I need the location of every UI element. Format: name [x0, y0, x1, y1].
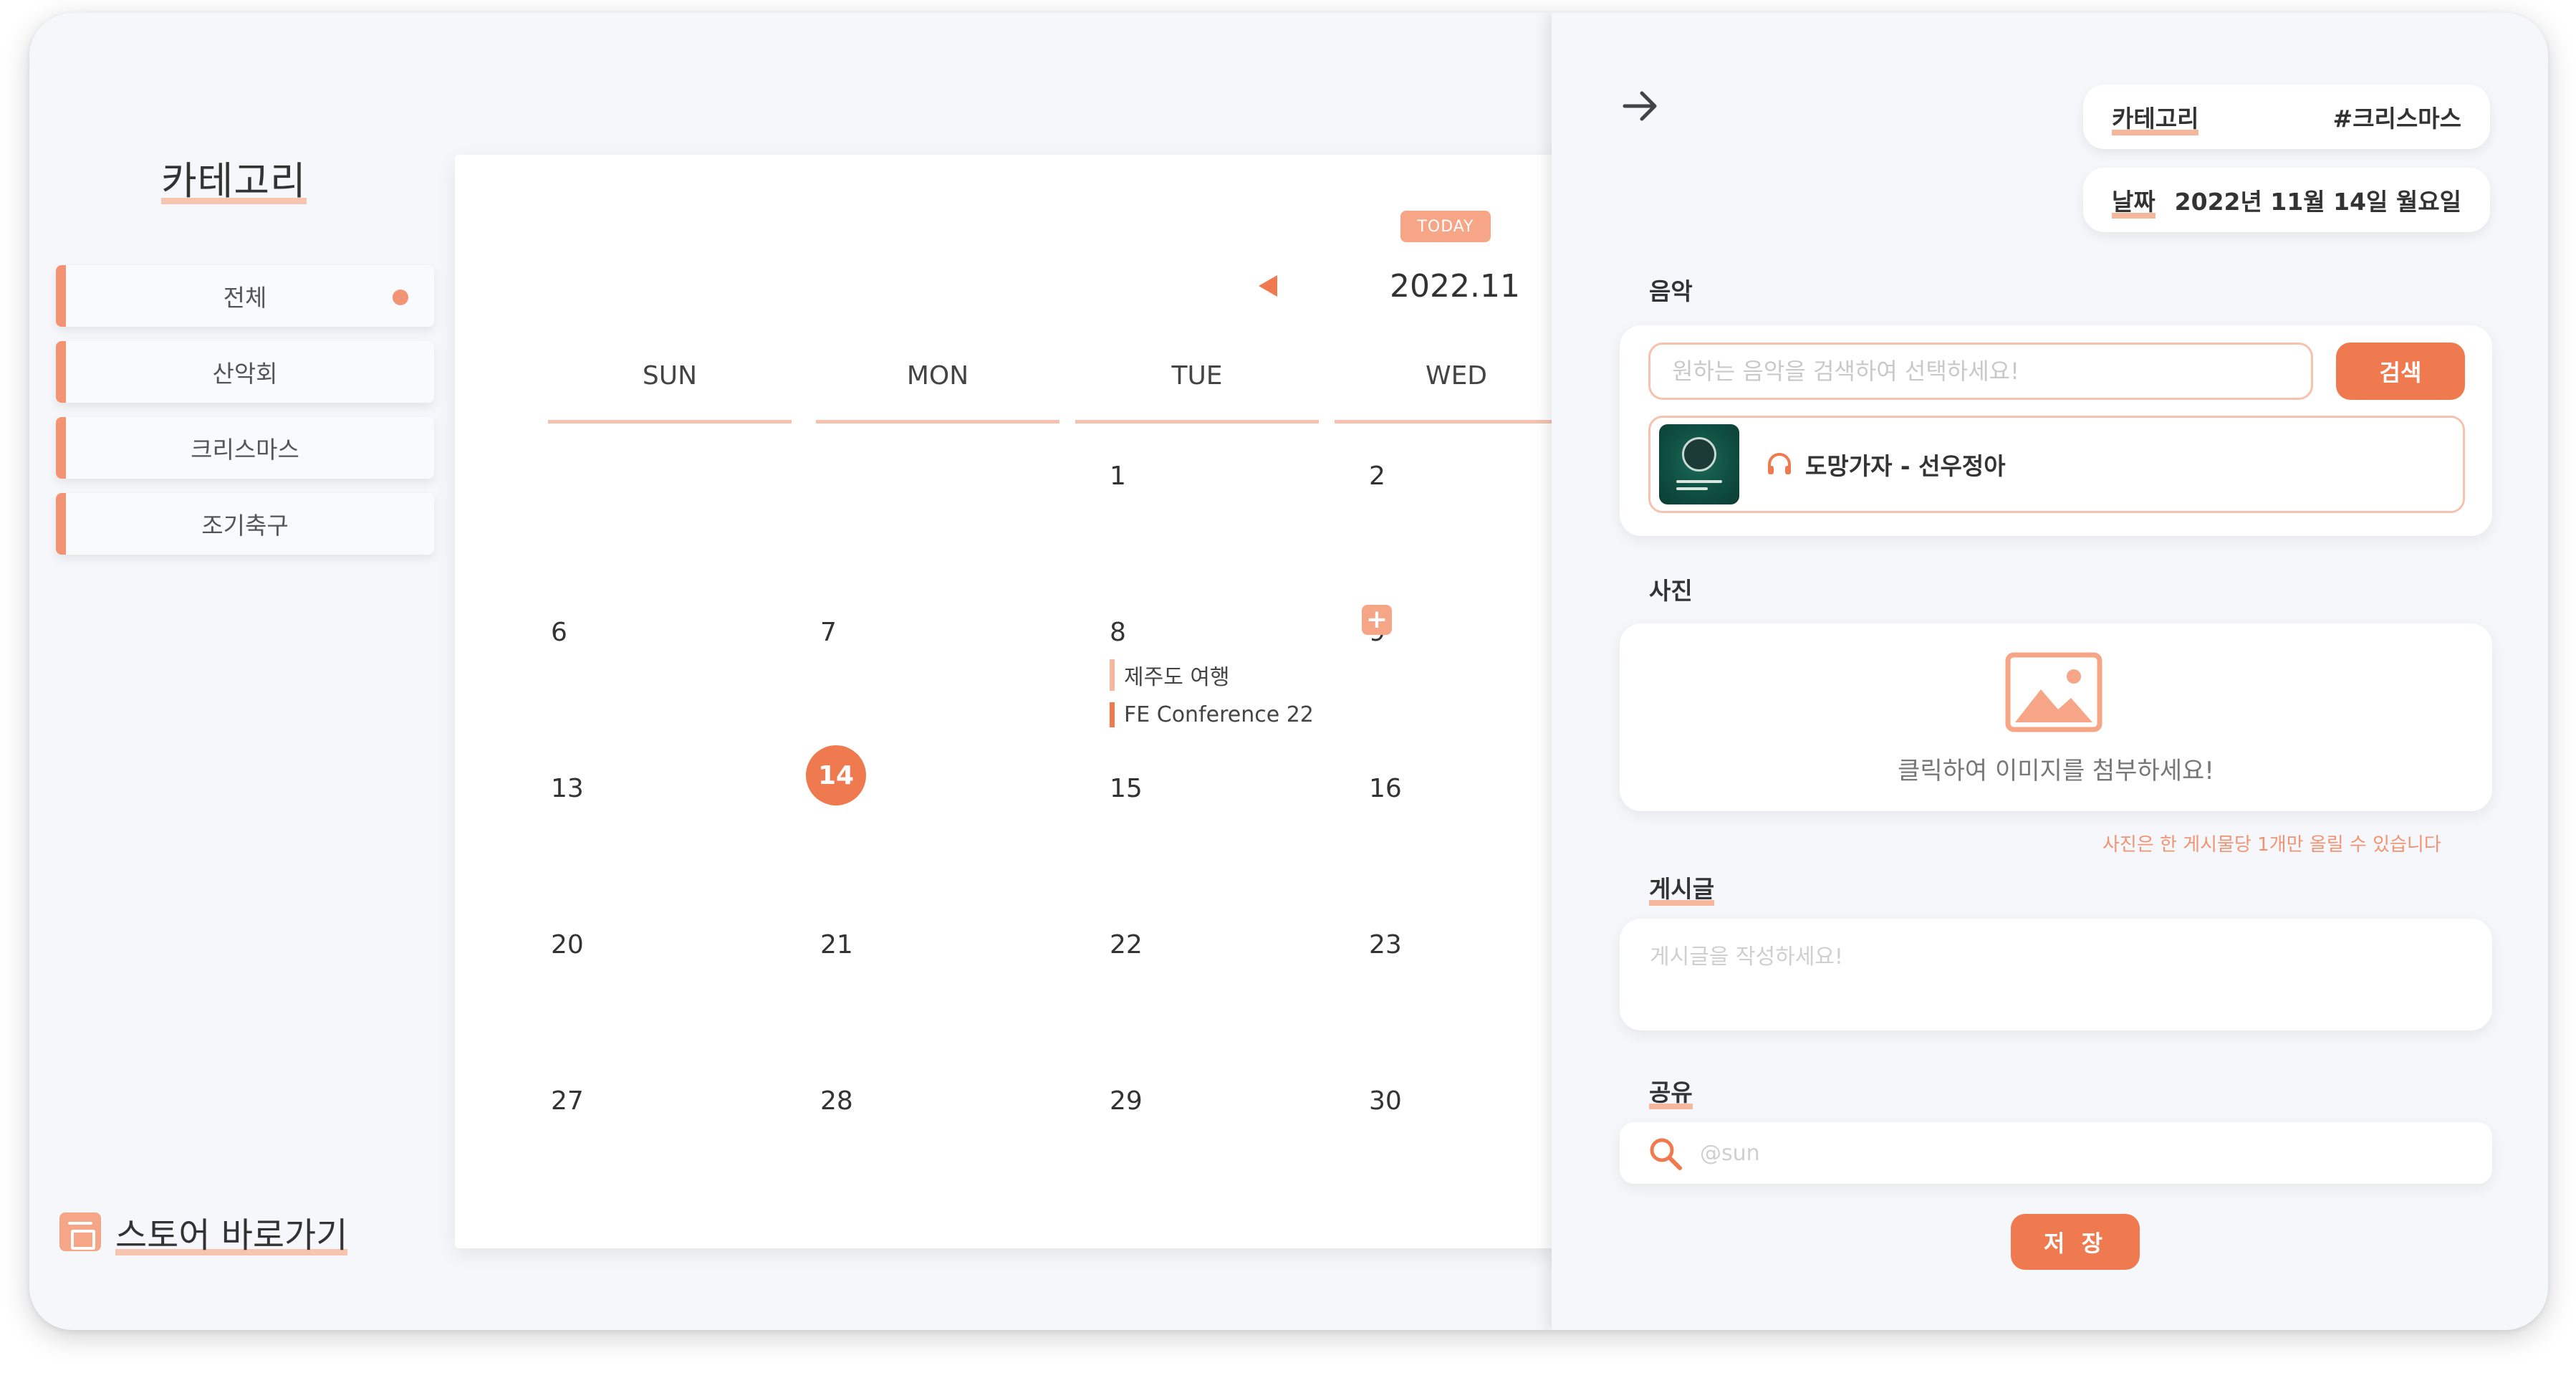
prev-month-icon[interactable]	[1259, 275, 1277, 297]
post-section-label: 게시글	[1649, 870, 1715, 906]
category-key-text: 카테고리	[2112, 105, 2199, 133]
calendar: TODAY 2022.11 SUN MON TUE WED 1 2 6 7 8 …	[455, 155, 1601, 1248]
active-dot-indicator	[393, 290, 408, 305]
day-cell[interactable]: 16	[1369, 774, 1402, 803]
category-item-morning-soccer[interactable]: 조기축구	[56, 493, 434, 555]
weekday-divider	[816, 420, 1059, 424]
category-item-christmas[interactable]: 크리스마스	[56, 417, 434, 479]
category-item-label: 산악회	[212, 360, 278, 388]
store-icon	[59, 1212, 101, 1251]
category-item-label: 크리스마스	[191, 436, 299, 464]
weekday-divider	[548, 420, 792, 424]
category-accent-bar	[56, 265, 66, 327]
weekday-wed: WED	[1425, 361, 1488, 391]
day-cell[interactable]: 29	[1110, 1086, 1143, 1116]
weekday-divider	[1075, 420, 1319, 424]
photo-section-label: 사진	[1649, 572, 1693, 608]
category-item-label: 조기축구	[201, 512, 289, 540]
category-item-label: 전체	[223, 284, 267, 312]
post-card	[1620, 919, 2492, 1030]
category-info-pill: 카테고리 #크리스마스	[2083, 85, 2490, 149]
share-input[interactable]	[1698, 1122, 2458, 1184]
save-button[interactable]: 저 장	[2011, 1214, 2140, 1270]
share-section-label: 공유	[1649, 1073, 1693, 1109]
day-cell[interactable]: 22	[1110, 930, 1143, 960]
date-info-pill: 날짜 2022년 11월 14일 월요일	[2083, 168, 2490, 232]
date-value: 2022년 11월 14일 월요일	[2174, 188, 2461, 216]
music-search-button[interactable]: 검색	[2336, 343, 2465, 400]
post-textarea[interactable]	[1648, 937, 2465, 1002]
music-search-input[interactable]	[1648, 343, 2313, 400]
track-title: 도망가자 - 선우정아	[1805, 452, 2006, 480]
headphone-icon	[1768, 453, 1791, 474]
weekday-divider	[1335, 420, 1578, 424]
day-cell[interactable]: 1	[1110, 461, 1126, 491]
category-key: 카테고리	[2112, 100, 2199, 135]
weekday-mon: MON	[906, 361, 969, 391]
day-cell[interactable]: 28	[820, 1086, 853, 1116]
category-accent-bar	[56, 341, 66, 403]
day-cell[interactable]: 20	[551, 930, 584, 960]
music-card: 검색 도망가자 - 선우정아	[1620, 325, 2492, 536]
share-field	[1620, 1122, 2492, 1184]
photo-label-text: 사진	[1649, 577, 1693, 605]
today-day-cell[interactable]: 14	[806, 745, 866, 805]
date-key: 날짜	[2112, 183, 2156, 219]
day-cell[interactable]: 23	[1369, 930, 1402, 960]
image-icon	[2005, 652, 2102, 732]
photo-upload-area[interactable]: 클릭하여 이미지를 첨부하세요!	[1620, 623, 2492, 811]
month-label: 2022.11	[1390, 268, 1520, 305]
category-title-text: 카테고리	[161, 158, 307, 204]
category-value: #크리스마스	[2332, 105, 2461, 133]
selected-track[interactable]: 도망가자 - 선우정아	[1648, 416, 2465, 513]
today-button[interactable]: TODAY	[1400, 211, 1491, 242]
day-cell[interactable]: 8	[1110, 618, 1126, 647]
day-cell[interactable]: 15	[1110, 774, 1143, 803]
category-accent-bar	[56, 493, 66, 555]
arrow-right-icon[interactable]	[1619, 85, 1662, 128]
store-link-label: 스토어 바로가기	[115, 1215, 348, 1255]
category-accent-bar	[56, 417, 66, 479]
store-link[interactable]: 스토어 바로가기	[59, 1207, 348, 1257]
search-icon	[1650, 1138, 1682, 1170]
post-label-text: 게시글	[1649, 875, 1715, 903]
event-item[interactable]: 제주도 여행	[1110, 659, 1230, 691]
day-cell[interactable]: 30	[1369, 1086, 1402, 1116]
category-title: 카테고리	[161, 149, 307, 206]
album-cover	[1659, 424, 1739, 504]
day-cell[interactable]: 6	[551, 618, 567, 647]
weekday-tue: TUE	[1171, 361, 1223, 391]
day-cell[interactable]: 21	[820, 930, 853, 960]
music-label-text: 음악	[1649, 277, 1693, 305]
date-key-text: 날짜	[2112, 188, 2156, 216]
day-cell[interactable]: 7	[820, 618, 837, 647]
share-label-text: 공유	[1649, 1078, 1693, 1106]
weekday-sun: SUN	[642, 361, 698, 391]
photo-upload-prompt: 클릭하여 이미지를 첨부하세요!	[1898, 757, 2214, 785]
music-section-label: 음악	[1649, 272, 1693, 308]
day-cell[interactable]: 2	[1369, 461, 1385, 491]
event-item[interactable]: FE Conference 22	[1110, 702, 1314, 727]
category-list: 전체 산악회 크리스마스 조기축구	[56, 265, 434, 569]
add-event-button[interactable]: +	[1362, 605, 1392, 635]
category-item-all[interactable]: 전체	[56, 265, 434, 327]
day-cell[interactable]: 27	[551, 1086, 584, 1116]
day-cell[interactable]: 13	[551, 774, 584, 803]
photo-limit-note: 사진은 한 게시물당 1개만 올릴 수 있습니다	[2102, 834, 2441, 856]
category-item-hiking-club[interactable]: 산악회	[56, 341, 434, 403]
